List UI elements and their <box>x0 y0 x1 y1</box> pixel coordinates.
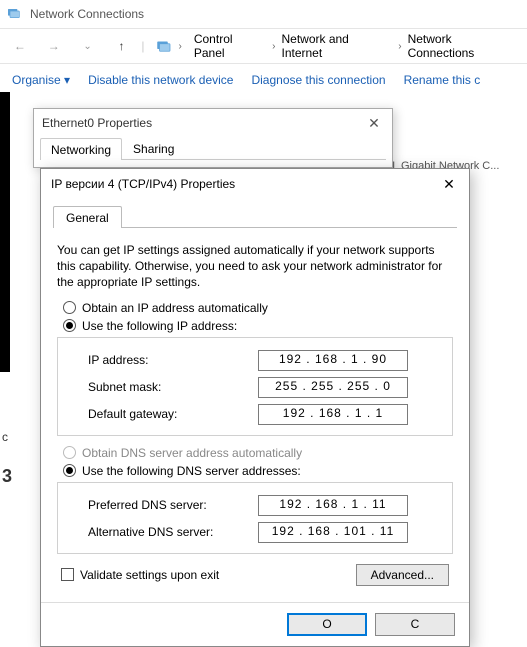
forward-button[interactable]: → <box>40 32 68 60</box>
diagnose-button[interactable]: Diagnose this connection <box>251 73 385 87</box>
organise-menu[interactable]: Organise ▾ <box>12 73 70 87</box>
preferred-dns-input[interactable]: 192 . 168 . 1 . 11 <box>258 495 408 516</box>
checkbox-icon <box>61 568 74 581</box>
breadcrumb-icon <box>155 37 173 55</box>
close-icon[interactable]: ✕ <box>364 115 384 132</box>
obscured-left-strip <box>0 92 10 372</box>
ipv4-properties-dialog: IP версии 4 (TCP/IPv4) Properties ✕ Gene… <box>40 168 470 647</box>
radio-dns-auto: Obtain DNS server address automatically <box>63 446 457 460</box>
tab-networking[interactable]: Networking <box>40 138 122 160</box>
radio-icon <box>63 464 76 477</box>
subnet-mask-input[interactable]: 255 . 255 . 255 . 0 <box>258 377 408 398</box>
default-gateway-input[interactable]: 192 . 168 . 1 . 1 <box>258 404 408 425</box>
crumb-network-internet[interactable]: Network and Internet <box>281 32 392 60</box>
alternative-dns-input[interactable]: 192 . 168 . 101 . 11 <box>258 522 408 543</box>
rename-button[interactable]: Rename this c <box>404 73 481 87</box>
radio-ip-auto[interactable]: Obtain an IP address automatically <box>63 301 457 315</box>
alternative-dns-label: Alternative DNS server: <box>88 525 248 539</box>
subnet-mask-label: Subnet mask: <box>88 380 248 394</box>
recent-button[interactable]: ⌄ <box>74 32 102 60</box>
back-button[interactable]: ← <box>6 32 34 60</box>
cancel-button[interactable]: C <box>375 613 455 636</box>
window-titlebar: Network Connections <box>0 0 527 28</box>
info-text: You can get IP settings assigned automat… <box>57 242 453 291</box>
tab-sharing[interactable]: Sharing <box>122 137 185 159</box>
ip-address-label: IP address: <box>88 353 248 367</box>
ethernet-dialog-title: Ethernet0 Properties <box>42 116 152 130</box>
ipv4-dialog-title: IP версии 4 (TCP/IPv4) Properties <box>51 177 235 191</box>
preferred-dns-label: Preferred DNS server: <box>88 498 248 512</box>
ethernet-properties-dialog: Ethernet0 Properties ✕ Networking Sharin… <box>33 108 393 168</box>
ip-fieldset: IP address: 192 . 168 . 1 . 90 Subnet ma… <box>57 337 453 436</box>
radio-icon <box>63 301 76 314</box>
up-button[interactable]: ↑ <box>108 32 136 60</box>
network-folder-icon <box>6 5 22 24</box>
advanced-button[interactable]: Advanced... <box>356 564 449 586</box>
window-title: Network Connections <box>30 7 144 21</box>
ip-address-input[interactable]: 192 . 168 . 1 . 90 <box>258 350 408 371</box>
radio-icon <box>63 319 76 332</box>
default-gateway-label: Default gateway: <box>88 407 248 421</box>
dns-fieldset: Preferred DNS server: 192 . 168 . 1 . 11… <box>57 482 453 554</box>
disable-device-button[interactable]: Disable this network device <box>88 73 233 87</box>
chevron-right-icon: › <box>179 41 182 52</box>
radio-icon <box>63 446 76 459</box>
command-bar: Organise ▾ Disable this network device D… <box>0 64 527 96</box>
ethernet-tabs: Networking Sharing <box>40 137 386 160</box>
ok-button[interactable]: O <box>287 613 367 636</box>
obscured-left-items: c 3 <box>2 430 12 509</box>
chevron-right-icon: › <box>272 41 275 52</box>
tab-general[interactable]: General <box>53 206 122 228</box>
crumb-network-connections[interactable]: Network Connections <box>408 32 521 60</box>
radio-ip-manual[interactable]: Use the following IP address: <box>63 319 457 333</box>
breadcrumb: Control Panel › Network and Internet › N… <box>194 32 521 60</box>
chevron-right-icon: › <box>398 41 401 52</box>
close-icon[interactable]: ✕ <box>439 174 459 194</box>
validate-checkbox-row[interactable]: Validate settings upon exit <box>61 568 219 582</box>
nav-bar: ← → ⌄ ↑ | › Control Panel › Network and … <box>0 28 527 64</box>
crumb-control-panel[interactable]: Control Panel <box>194 32 266 60</box>
radio-dns-manual[interactable]: Use the following DNS server addresses: <box>63 464 457 478</box>
